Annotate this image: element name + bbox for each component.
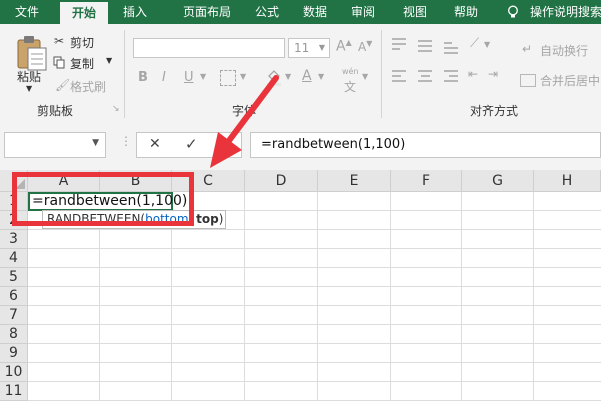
- name-box-dropdown-icon[interactable]: ▼: [92, 138, 99, 148]
- font-size-dropdown-icon: ▼: [318, 43, 325, 52]
- phonetic-guide-button[interactable]: wén: [342, 67, 359, 76]
- copy-button[interactable]: 复制: [70, 55, 94, 72]
- ribbon: 粘贴 ▼ ✂ 剪切 复制 ▼ 🖌 格式刷 剪贴板 ↘ 11 ▼ A▲ A▼ B I…: [0, 24, 601, 123]
- ribbon-tab-bar: 文件 开始 插入 页面布局 公式 数据 审阅 视图 帮助 操作说明搜索: [0, 0, 601, 24]
- decrease-indent-icon[interactable]: ⇤: [468, 67, 478, 81]
- gridline-horizontal: [28, 267, 601, 268]
- tooltip-arg-top[interactable]: top: [196, 212, 219, 226]
- format-painter-icon: 🖌: [55, 78, 71, 92]
- orientation-dropdown-icon[interactable]: ▼: [484, 40, 490, 49]
- gridline-vertical: [533, 192, 534, 400]
- tab-home[interactable]: 开始: [60, 2, 108, 24]
- tab-review[interactable]: 审阅: [340, 0, 386, 24]
- formula-bar-grip[interactable]: ⋮: [120, 134, 132, 148]
- gridline-vertical: [390, 192, 391, 400]
- alignment-group-label: 对齐方式: [470, 104, 519, 118]
- gridline-horizontal: [28, 286, 601, 287]
- scissors-icon: ✂: [54, 34, 65, 48]
- column-header-g[interactable]: G: [462, 170, 534, 192]
- column-header-h[interactable]: H: [534, 170, 601, 192]
- group-separator: [381, 30, 382, 118]
- gridline-horizontal: [28, 248, 601, 249]
- row-header-9[interactable]: 9: [0, 344, 28, 363]
- row-header-8[interactable]: 8: [0, 325, 28, 344]
- annotation-highlight-box: [12, 172, 194, 226]
- gridline-horizontal: [28, 229, 601, 230]
- tab-file[interactable]: 文件: [2, 0, 52, 24]
- name-box[interactable]: ▼: [4, 132, 106, 158]
- tab-page-layout[interactable]: 页面布局: [166, 0, 248, 24]
- column-header-f[interactable]: F: [391, 170, 462, 192]
- font-color-button[interactable]: A: [302, 68, 312, 84]
- column-header-e[interactable]: E: [318, 170, 391, 192]
- merge-center-button[interactable]: 合并后居中: [540, 72, 600, 89]
- gridline-vertical: [244, 192, 245, 400]
- formula-input[interactable]: =randbetween(1,100): [250, 132, 601, 158]
- tab-data[interactable]: 数据: [292, 0, 338, 24]
- format-painter-button[interactable]: 格式刷: [70, 78, 106, 95]
- align-center-icon[interactable]: [418, 70, 432, 82]
- phonetic-char-icon: 文: [344, 80, 357, 94]
- gridline-horizontal: [28, 381, 601, 382]
- align-left-icon[interactable]: [392, 70, 406, 82]
- italic-button[interactable]: I: [162, 70, 166, 85]
- row-header-6[interactable]: 6: [0, 287, 28, 306]
- row-header-5[interactable]: 5: [0, 268, 28, 287]
- clipboard-group-label: 剪贴板: [37, 104, 74, 118]
- align-right-icon[interactable]: [444, 70, 458, 82]
- row-header-3[interactable]: 3: [0, 230, 28, 249]
- lightbulb-icon: [508, 5, 518, 18]
- orientation-icon[interactable]: ⟋: [470, 36, 479, 51]
- grow-font-button[interactable]: A▲: [336, 38, 352, 55]
- tab-view[interactable]: 视图: [392, 0, 438, 24]
- clipboard-paste-icon[interactable]: [14, 34, 48, 72]
- gridline-vertical: [461, 192, 462, 400]
- wrap-text-button[interactable]: 自动换行: [540, 42, 588, 59]
- gridline-horizontal: [28, 324, 601, 325]
- cancel-entry-button[interactable]: ✕: [149, 136, 161, 152]
- font-color-dropdown-icon[interactable]: ▼: [318, 72, 324, 81]
- gridline-vertical: [317, 192, 318, 400]
- gridline-horizontal: [28, 305, 601, 306]
- annotation-arrow-icon: [210, 75, 279, 168]
- copy-dropdown-icon[interactable]: ▼: [106, 56, 112, 65]
- tab-formulas[interactable]: 公式: [244, 0, 290, 24]
- font-size-combo[interactable]: 11 ▼: [288, 38, 330, 58]
- align-bottom-icon[interactable]: [444, 38, 458, 54]
- row-header-10[interactable]: 10: [0, 363, 28, 382]
- phonetic-dropdown-icon[interactable]: ▼: [362, 72, 368, 81]
- paste-button[interactable]: 粘贴: [17, 68, 41, 85]
- group-separator: [124, 30, 125, 118]
- clipboard-launcher-icon[interactable]: ↘: [112, 104, 120, 114]
- paste-dropdown-icon[interactable]: ▼: [26, 84, 32, 93]
- align-top-icon[interactable]: [392, 38, 406, 50]
- cut-button[interactable]: 剪切: [70, 34, 94, 51]
- wrap-text-icon: ↵: [522, 42, 533, 56]
- row-header-7[interactable]: 7: [0, 306, 28, 325]
- row-header-4[interactable]: 4: [0, 249, 28, 268]
- tab-insert[interactable]: 插入: [112, 0, 158, 24]
- shrink-font-button[interactable]: A▼: [358, 39, 372, 54]
- gridline-horizontal: [28, 362, 601, 363]
- increase-indent-icon[interactable]: ⇥: [488, 67, 498, 81]
- copy-icon: [53, 56, 65, 69]
- tell-me-search[interactable]: 操作说明搜索: [530, 0, 601, 24]
- tab-help[interactable]: 帮助: [443, 0, 489, 24]
- font-name-combo[interactable]: [133, 38, 285, 58]
- bold-button[interactable]: B: [138, 70, 148, 85]
- row-header-11[interactable]: 11: [0, 382, 28, 401]
- align-middle-icon[interactable]: [418, 38, 432, 52]
- gridline-horizontal: [28, 343, 601, 344]
- merge-center-icon: [520, 74, 536, 87]
